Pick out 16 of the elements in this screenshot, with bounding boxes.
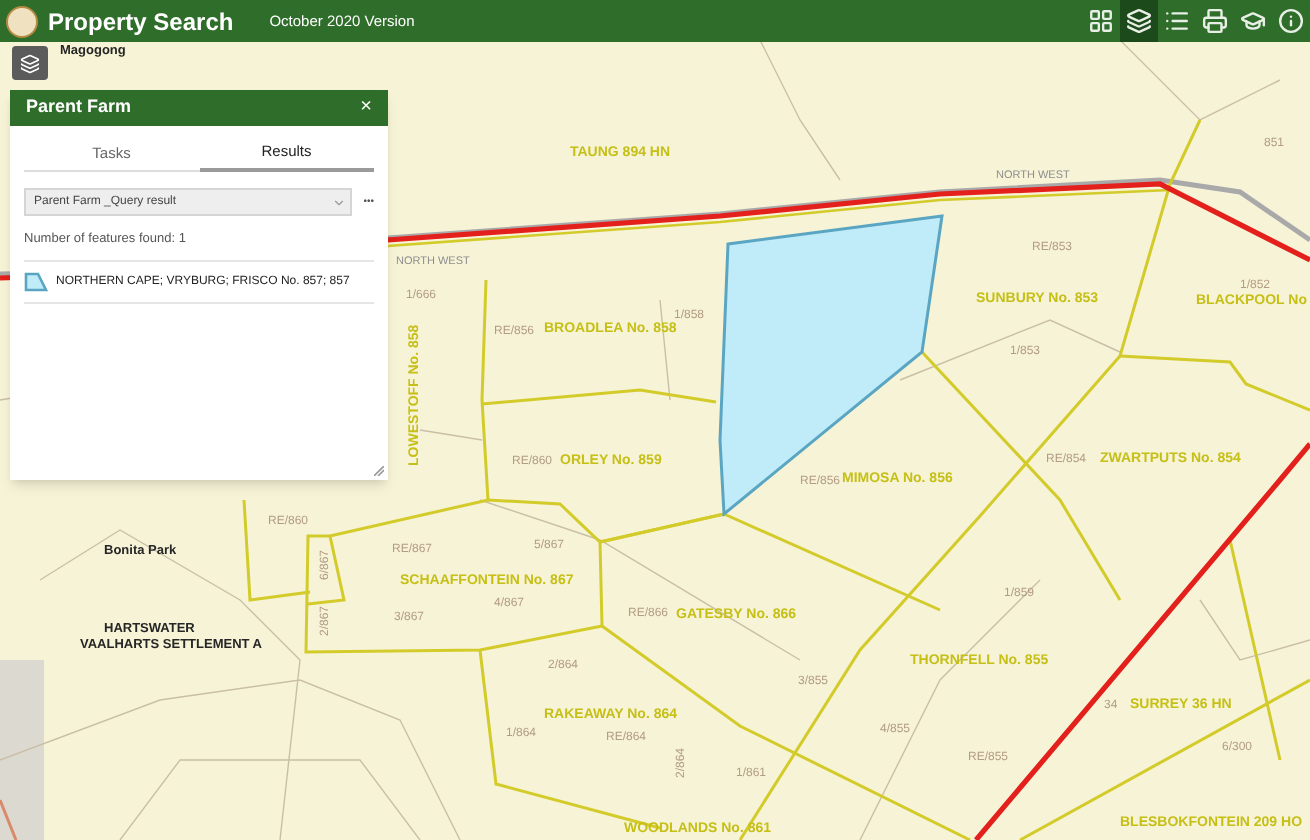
logo-icon: [6, 5, 38, 37]
list-icon: [1164, 8, 1190, 34]
caret-icon: [331, 195, 346, 210]
print-icon: [1202, 8, 1228, 34]
grid-icon: [1088, 8, 1114, 34]
close-button[interactable]: ×: [360, 98, 372, 118]
resize-handle-icon: [374, 466, 384, 476]
info-icon: [1278, 8, 1304, 34]
layers-icon: [20, 53, 40, 73]
widget-title: Parent Farm: [26, 94, 132, 121]
layers-icon: [1126, 8, 1152, 34]
layers-tool-button[interactable]: [1120, 0, 1158, 42]
polygon-icon: [24, 272, 48, 292]
cap-icon: [1240, 8, 1266, 34]
app-title: Property Search: [48, 5, 234, 39]
map-tool-button[interactable]: [12, 46, 48, 80]
